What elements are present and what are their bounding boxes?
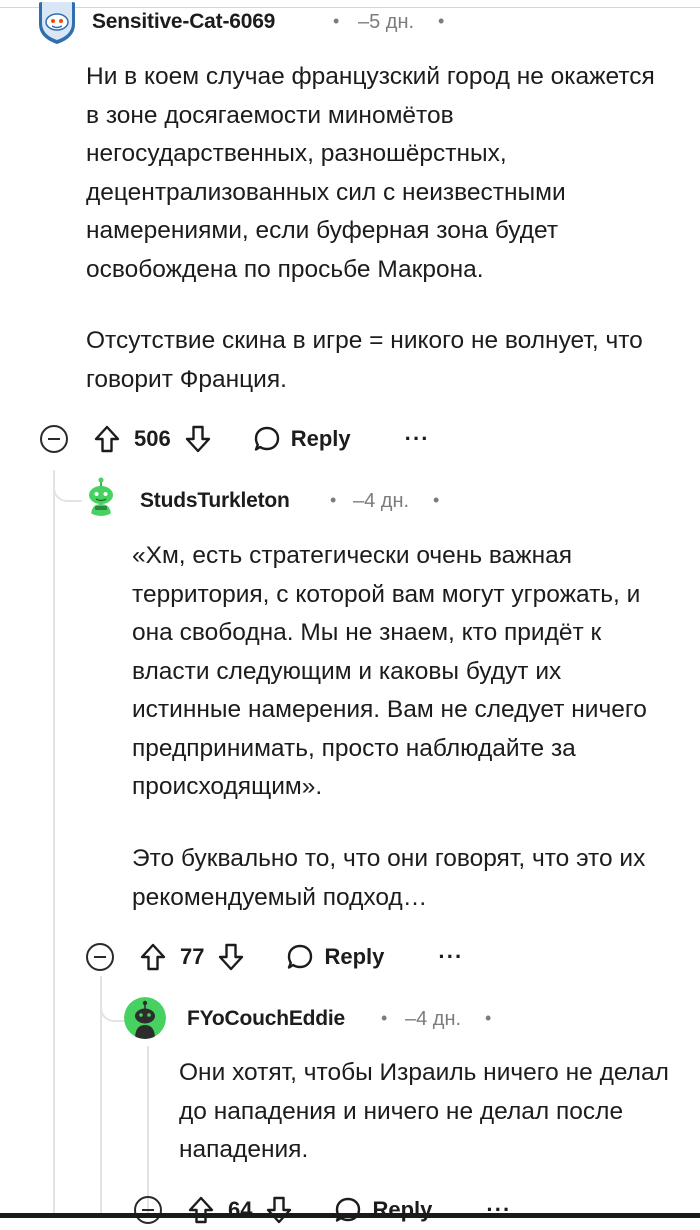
comment-actions: 64 Reply ··· xyxy=(134,1190,511,1230)
comment-actions: 77 Reply ··· xyxy=(86,937,463,977)
upvote-icon[interactable] xyxy=(186,1195,216,1225)
comment-time: –4 дн. xyxy=(353,490,410,512)
avatar-icon xyxy=(124,997,166,1039)
downvote-icon[interactable] xyxy=(183,424,213,454)
vote-count: 77 xyxy=(180,944,205,969)
reply-button[interactable]: Reply xyxy=(286,943,384,971)
meta-separator: • xyxy=(333,11,340,31)
vote-count: 64 xyxy=(228,1197,253,1222)
avatar[interactable] xyxy=(81,476,121,516)
thread-elbow xyxy=(53,470,83,502)
comment-actions: 506 Reply ··· xyxy=(40,419,430,459)
downvote-icon[interactable] xyxy=(216,942,246,972)
comment-paragraph: Они хотят, чтобы Израиль ничего не делал… xyxy=(179,1059,669,1163)
comment-time: –4 дн. xyxy=(405,1008,462,1030)
comment-paragraph: «Хм, есть стратегически очень важная тер… xyxy=(132,542,647,800)
reply-label: Reply xyxy=(372,1197,433,1222)
avatar[interactable] xyxy=(124,997,166,1039)
comment-paragraph: Это буквально то, что они говорят, что э… xyxy=(132,845,646,911)
collapse-button[interactable] xyxy=(86,943,114,971)
avatar-icon xyxy=(81,476,121,516)
collapse-button[interactable] xyxy=(134,1196,162,1224)
more-options-button[interactable]: ··· xyxy=(438,944,463,970)
meta-separator: • xyxy=(433,490,440,510)
comment-bubble-icon xyxy=(336,1197,361,1222)
avatar-icon xyxy=(39,2,75,44)
comment-time: –5 дн. xyxy=(358,11,415,33)
more-options-button[interactable]: ··· xyxy=(405,426,430,452)
reply-label: Reply xyxy=(290,426,351,451)
comment-bubble-icon xyxy=(254,426,279,451)
vote-count: 506 xyxy=(134,426,171,451)
meta-separator: • xyxy=(381,1008,388,1028)
comment-bubble-icon xyxy=(288,944,313,969)
meta-separator: • xyxy=(330,490,337,510)
bottom-edge xyxy=(0,1213,700,1218)
comment-author[interactable]: Sensitive-Cat-6069 xyxy=(92,10,275,34)
thread-elbow xyxy=(100,976,126,1022)
collapse-button[interactable] xyxy=(40,425,68,453)
meta-separator: • xyxy=(438,11,445,31)
reply-label: Reply xyxy=(324,944,385,969)
top-divider xyxy=(0,7,700,8)
comment-author[interactable]: StudsTurkleton xyxy=(140,489,290,513)
downvote-icon[interactable] xyxy=(264,1195,294,1225)
upvote-icon[interactable] xyxy=(138,942,168,972)
avatar[interactable] xyxy=(36,2,78,44)
reply-button[interactable]: Reply xyxy=(334,1196,432,1224)
comment-paragraph: Отсутствие скина в игре = никого не волн… xyxy=(86,327,643,393)
comment-paragraph: Ни в коем случае французский город не ок… xyxy=(86,63,655,283)
more-options-button[interactable]: ··· xyxy=(486,1197,511,1223)
upvote-icon[interactable] xyxy=(92,424,122,454)
meta-separator: • xyxy=(485,1008,492,1028)
thread-line xyxy=(53,470,55,1218)
comment-author[interactable]: FYoCouchEddie xyxy=(187,1007,345,1031)
reply-button[interactable]: Reply xyxy=(253,425,351,453)
